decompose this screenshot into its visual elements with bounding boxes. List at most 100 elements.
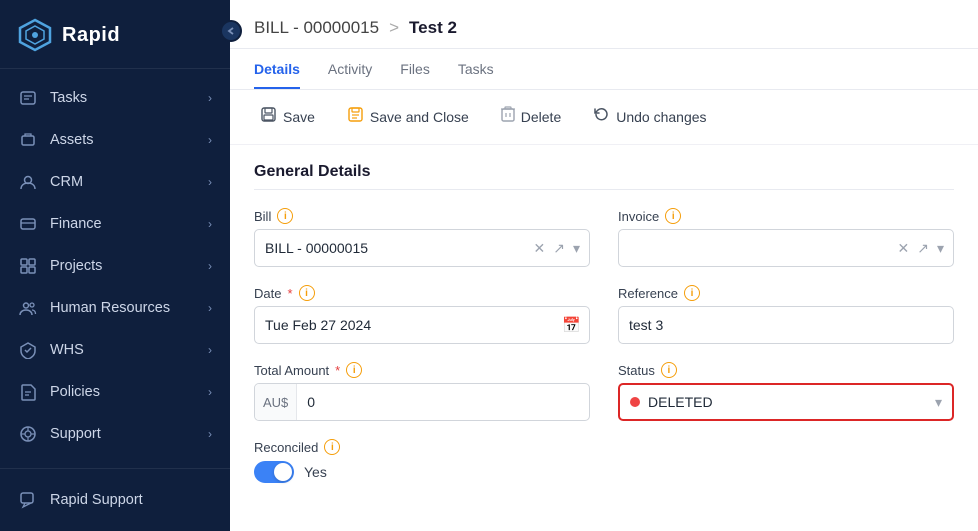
date-input[interactable] — [255, 307, 562, 343]
bill-input-actions: ✕ ↗ ▾ — [531, 238, 590, 259]
sidebar-item-rapid-support[interactable]: Rapid Support — [0, 479, 230, 521]
tasks-arrow-icon: › — [208, 91, 212, 105]
bill-external-link-button[interactable]: ↗ — [550, 238, 568, 259]
invoice-info-icon[interactable]: i — [665, 208, 681, 224]
invoice-clear-button[interactable]: ✕ — [895, 238, 913, 259]
sidebar-logo: Rapid — [0, 0, 230, 69]
sidebar-label-rapid-support: Rapid Support — [50, 492, 212, 508]
save-and-close-button[interactable]: Save and Close — [341, 102, 475, 132]
date-label: Date * i — [254, 285, 590, 301]
reconciled-toggle-label: Yes — [304, 464, 327, 480]
tab-details[interactable]: Details — [254, 49, 300, 89]
crm-icon — [18, 172, 38, 192]
form-grid: Bill i ✕ ↗ ▾ Invoice i — [254, 208, 954, 483]
chevron-left-icon — [226, 26, 236, 36]
currency-prefix: AU$ — [255, 384, 297, 420]
undo-icon — [593, 106, 610, 128]
invoice-field: Invoice i ✕ ↗ ▾ — [618, 208, 954, 267]
bill-info-icon[interactable]: i — [277, 208, 293, 224]
form-area: General Details Bill i ✕ ↗ ▾ — [230, 145, 978, 531]
tab-files[interactable]: Files — [400, 49, 430, 89]
status-dropdown-button[interactable]: ▾ — [932, 392, 952, 413]
reconciled-toggle-wrapper: Yes — [254, 461, 590, 483]
bill-dropdown-button[interactable]: ▾ — [570, 238, 583, 259]
bill-label: Bill i — [254, 208, 590, 224]
policies-arrow-icon: › — [208, 385, 212, 399]
total-amount-required-marker: * — [335, 363, 340, 378]
bill-input[interactable] — [255, 230, 531, 266]
status-dot — [630, 397, 640, 407]
reference-info-icon[interactable]: i — [684, 285, 700, 301]
undo-changes-button[interactable]: Undo changes — [587, 102, 712, 132]
invoice-external-link-button[interactable]: ↗ — [914, 238, 932, 259]
sidebar-label-tasks: Tasks — [50, 90, 196, 106]
sidebar-label-policies: Policies — [50, 384, 196, 400]
invoice-label: Invoice i — [618, 208, 954, 224]
sidebar-label-human-resources: Human Resources — [50, 300, 196, 316]
section-title: General Details — [254, 163, 954, 190]
breadcrumb-current-page: Test 2 — [409, 18, 457, 38]
date-field: Date * i 📅 — [254, 285, 590, 344]
whs-arrow-icon: › — [208, 343, 212, 357]
main-content: BILL - 00000015 > Test 2 Details Activit… — [230, 0, 978, 531]
date-info-icon[interactable]: i — [299, 285, 315, 301]
total-amount-input[interactable] — [297, 384, 589, 420]
sidebar-item-projects[interactable]: Projects › — [0, 245, 230, 287]
sidebar-item-crm[interactable]: CRM › — [0, 161, 230, 203]
date-required-marker: * — [287, 286, 292, 301]
invoice-input[interactable] — [619, 230, 895, 266]
bill-input-wrapper: ✕ ↗ ▾ — [254, 229, 590, 267]
tabs-bar: Details Activity Files Tasks — [230, 49, 978, 90]
sidebar-label-support: Support — [50, 426, 196, 442]
breadcrumb-bill-id: BILL - 00000015 — [254, 18, 379, 38]
status-value: DELETED — [640, 394, 932, 410]
projects-arrow-icon: › — [208, 259, 212, 273]
reconciled-toggle[interactable] — [254, 461, 294, 483]
delete-icon — [501, 106, 515, 128]
sidebar: Rapid Tasks › Assets › CRM › — [0, 0, 230, 531]
tab-activity[interactable]: Activity — [328, 49, 372, 89]
sidebar-label-whs: WHS — [50, 342, 196, 358]
invoice-input-actions: ✕ ↗ ▾ — [895, 238, 954, 259]
reconciled-label: Reconciled i — [254, 439, 590, 455]
reference-label: Reference i — [618, 285, 954, 301]
total-amount-info-icon[interactable]: i — [346, 362, 362, 378]
whs-icon — [18, 340, 38, 360]
delete-button[interactable]: Delete — [495, 102, 567, 132]
total-amount-input-wrapper: AU$ — [254, 383, 590, 421]
toolbar: Save Save and Close Delete Undo changes — [230, 90, 978, 145]
sidebar-item-finance[interactable]: Finance › — [0, 203, 230, 245]
system-icon — [18, 466, 38, 468]
invoice-dropdown-button[interactable]: ▾ — [934, 238, 947, 259]
breadcrumb: BILL - 00000015 > Test 2 — [230, 0, 978, 49]
status-field: Status i DELETED ▾ — [618, 362, 954, 421]
sidebar-label-crm: CRM — [50, 174, 196, 190]
save-button[interactable]: Save — [254, 102, 321, 132]
status-info-icon[interactable]: i — [661, 362, 677, 378]
total-amount-label: Total Amount * i — [254, 362, 590, 378]
sidebar-collapse-button[interactable] — [220, 20, 242, 42]
support-arrow-icon: › — [208, 427, 212, 441]
calendar-icon[interactable]: 📅 — [562, 316, 589, 334]
sidebar-label-finance: Finance — [50, 216, 196, 232]
sidebar-item-whs[interactable]: WHS › — [0, 329, 230, 371]
status-label: Status i — [618, 362, 954, 378]
tab-tasks[interactable]: Tasks — [458, 49, 494, 89]
sidebar-item-support[interactable]: Support › — [0, 413, 230, 455]
bill-clear-button[interactable]: ✕ — [531, 238, 549, 259]
human-resources-icon — [18, 298, 38, 318]
sidebar-item-assets[interactable]: Assets › — [0, 119, 230, 161]
sidebar-bottom: Rapid Support — [0, 468, 230, 531]
reference-input[interactable] — [619, 307, 953, 343]
sidebar-nav: Tasks › Assets › CRM › Finance › — [0, 69, 230, 468]
status-input-wrapper: DELETED ▾ — [618, 383, 954, 421]
sidebar-item-system[interactable]: System › — [0, 455, 230, 468]
toggle-thumb — [274, 463, 292, 481]
sidebar-item-human-resources[interactable]: Human Resources › — [0, 287, 230, 329]
reconciled-field: Reconciled i Yes — [254, 439, 590, 483]
sidebar-item-policies[interactable]: Policies › — [0, 371, 230, 413]
reconciled-info-icon[interactable]: i — [324, 439, 340, 455]
breadcrumb-separator: > — [389, 18, 399, 38]
finance-arrow-icon: › — [208, 217, 212, 231]
sidebar-item-tasks[interactable]: Tasks › — [0, 77, 230, 119]
